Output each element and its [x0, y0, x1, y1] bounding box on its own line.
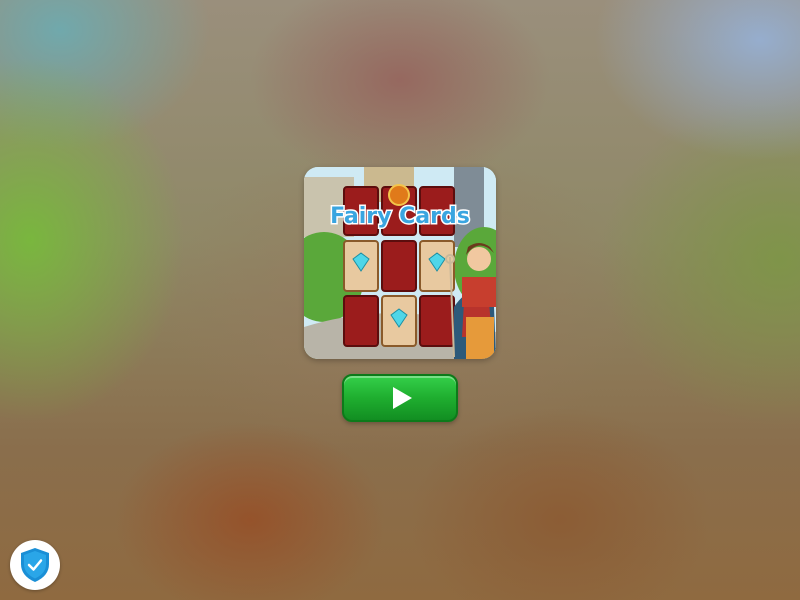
card-back	[381, 240, 417, 292]
play-button[interactable]	[342, 374, 458, 422]
coin-icon	[388, 184, 410, 206]
card-back	[343, 295, 379, 347]
game-thumbnail[interactable]: Fairy Cards	[304, 167, 496, 359]
privacy-shield-button[interactable]	[10, 540, 60, 590]
game-artwork: Fairy Cards	[304, 167, 496, 359]
play-icon	[392, 387, 412, 409]
shield-check-icon	[21, 548, 49, 582]
card-back	[419, 295, 455, 347]
game-logo: Fairy Cards	[330, 204, 470, 229]
